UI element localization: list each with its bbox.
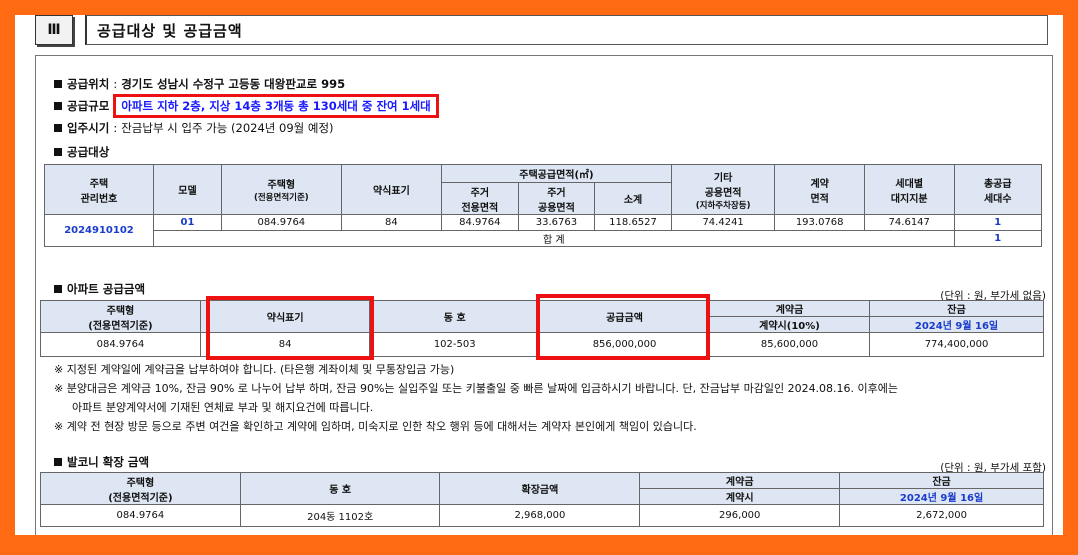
apt-th-balance: 잔금 bbox=[869, 300, 1044, 317]
section-title: 공급대상 및 공급금액 bbox=[85, 15, 1048, 45]
apt-cell-dongho: 102-503 bbox=[369, 332, 541, 357]
th-model: 모델 bbox=[152, 164, 222, 215]
scale-line: 공급규모 아파트 지하 2층, 지상 14층 3개동 총 130세대 중 잔여 … bbox=[54, 94, 439, 118]
bal-th-balance: 잔금 bbox=[839, 472, 1044, 489]
cell-short: 84 bbox=[340, 214, 443, 231]
content-frame: 공급위치 : 경기도 성남시 수정구 고등동 대왕판교로 995 공급규모 아파… bbox=[35, 55, 1053, 535]
apt-cell-balance: 774,400,000 bbox=[869, 332, 1044, 357]
target-label: 공급대상 bbox=[67, 145, 110, 159]
bal-th-amount: 확장금액 bbox=[439, 472, 641, 505]
th-mgmt: 주택 관리번호 bbox=[44, 164, 154, 215]
cell-model: 01 bbox=[152, 214, 222, 231]
apt-title: 아파트 공급금액 bbox=[67, 282, 146, 296]
bullet-icon bbox=[54, 458, 62, 466]
document-page: Ⅲ 공급대상 및 공급금액 공급위치 : 경기도 성남시 수정구 고등동 대왕판… bbox=[15, 15, 1063, 535]
location-value: 경기도 성남시 수정구 고등동 대왕판교로 995 bbox=[121, 77, 346, 91]
scale-label: 공급규모 bbox=[67, 99, 110, 113]
bal-th-dongho: 동 호 bbox=[239, 472, 441, 505]
bal-cell-type: 084.9764 bbox=[40, 504, 241, 527]
bullet-icon bbox=[54, 102, 62, 110]
balcony-title: 발코니 확장 금액 bbox=[67, 455, 150, 469]
bal-cell-amount: 2,968,000 bbox=[439, 504, 641, 527]
th-area: 주택공급면적(㎡) bbox=[441, 164, 672, 183]
th-contract: 계약 면적 bbox=[774, 164, 865, 215]
th-etc: 기타 공용면적 (지하주차장등) bbox=[670, 164, 776, 215]
th-common: 주거 공용면적 bbox=[517, 182, 596, 215]
apt-th-dongho: 동 호 bbox=[369, 300, 541, 333]
th-short: 약식표기 bbox=[340, 164, 443, 215]
bal-th-deposit-sub: 계약시 bbox=[639, 488, 841, 505]
movein-label: 입주시기 bbox=[67, 121, 110, 135]
apt-cell-type: 084.9764 bbox=[40, 332, 201, 357]
bullet-icon bbox=[54, 124, 62, 132]
bal-th-balance-date: 2024년 9월 16일 bbox=[839, 488, 1044, 505]
note-4: ※ 계약 전 현장 방문 등으로 주변 여건을 확인하고 계약에 임하며, 미숙… bbox=[54, 420, 697, 433]
apt-title-line: 아파트 공급금액 bbox=[54, 281, 145, 297]
note-2: ※ 분양대금은 계약금 10%, 잔금 90% 로 나누어 납부 하며, 잔금 … bbox=[54, 382, 899, 395]
bal-th-deposit: 계약금 bbox=[639, 472, 841, 489]
apt-cell-deposit: 85,600,000 bbox=[708, 332, 871, 357]
bal-th-type: 주택형 (전용면적기준) bbox=[40, 472, 241, 505]
apt-th-balance-date: 2024년 9월 16일 bbox=[869, 316, 1044, 333]
cell-units: 1 bbox=[953, 214, 1042, 231]
movein-line: 입주시기 : 잔금납부 시 입주 가능 (2024년 09월 예정) bbox=[54, 120, 334, 136]
section-number: Ⅲ bbox=[35, 15, 73, 45]
cell-type: 084.9764 bbox=[220, 214, 342, 231]
balcony-title-line: 발코니 확장 금액 bbox=[54, 454, 149, 470]
bullet-icon bbox=[54, 285, 62, 293]
th-total: 총공급 세대수 bbox=[953, 164, 1042, 215]
location-line: 공급위치 : 경기도 성남시 수정구 고등동 대왕판교로 995 bbox=[54, 76, 345, 92]
sum-units: 1 bbox=[953, 230, 1042, 247]
th-type: 주택형 (전용면적기준) bbox=[220, 164, 342, 215]
cell-contract: 193.0768 bbox=[774, 214, 865, 231]
highlight-price-box bbox=[536, 294, 710, 360]
section-header: Ⅲ 공급대상 및 공급금액 bbox=[35, 15, 1048, 45]
bal-cell-deposit: 296,000 bbox=[639, 504, 841, 527]
scale-value: 아파트 지하 2층, 지상 14층 3개동 총 130세대 중 잔여 1세대 bbox=[113, 94, 439, 118]
bal-cell-dongho: 204동 1102호 bbox=[239, 504, 441, 527]
bullet-icon bbox=[54, 80, 62, 88]
th-land: 세대별 대지지분 bbox=[863, 164, 955, 215]
apt-th-deposit-sub: 계약시(10%) bbox=[708, 316, 871, 333]
highlight-short-box bbox=[206, 296, 374, 360]
apt-th-type: 주택형 (전용면적기준) bbox=[40, 300, 201, 333]
bal-cell-balance: 2,672,000 bbox=[839, 504, 1044, 527]
note-1: ※ 지정된 계약일에 계약금을 납부하여야 합니다. (타은행 계좌이체 및 무… bbox=[54, 363, 455, 376]
note-3: 아파트 분양계약서에 기재된 연체료 부과 및 해지요건에 따릅니다. bbox=[72, 401, 374, 414]
apt-th-deposit: 계약금 bbox=[708, 300, 871, 317]
th-excl: 주거 전용면적 bbox=[441, 182, 519, 215]
movein-value: 잔금납부 시 입주 가능 (2024년 09월 예정) bbox=[121, 121, 334, 135]
cell-excl: 84.9764 bbox=[441, 214, 519, 231]
cell-mgmt: 2024910102 bbox=[44, 214, 154, 247]
bullet-icon bbox=[54, 148, 62, 156]
target-table: 주택 관리번호 모델 주택형 (전용면적기준) 약식표기 주택공급면적(㎡) 기타… bbox=[44, 164, 1042, 247]
balcony-table: 주택형 (전용면적기준) 동 호 확장금액 계약금 잔금 계약시 2024년 9월… bbox=[40, 472, 1044, 527]
cell-etc: 74.4241 bbox=[670, 214, 776, 231]
cell-land: 74.6147 bbox=[863, 214, 955, 231]
location-label: 공급위치 bbox=[67, 77, 110, 91]
th-subtotal: 소계 bbox=[594, 182, 672, 215]
target-line: 공급대상 bbox=[54, 144, 109, 160]
cell-subtotal: 118.6527 bbox=[594, 214, 672, 231]
cell-common: 33.6763 bbox=[517, 214, 596, 231]
sum-label: 합 계 bbox=[152, 230, 955, 247]
